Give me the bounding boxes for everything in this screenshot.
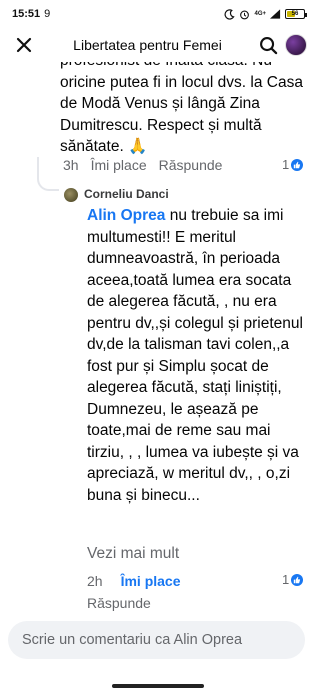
system-navigation-bar [0, 672, 315, 700]
mention-link[interactable]: Alin Oprea [87, 207, 165, 224]
reply-button[interactable]: Răspunde [159, 157, 223, 173]
status-bar: 15:51 9 4G+ 56 [0, 0, 315, 28]
previous-comment-actions: 3h Îmi place Răspunde [63, 157, 234, 173]
status-icons: 4G+ 56 [224, 8, 307, 20]
reply-author-name[interactable]: Corneliu Danci [84, 187, 169, 201]
comments-thread[interactable]: profesionist de înaltă clasă. Nu oricine… [0, 62, 315, 617]
reply-body: nu trebuie sa imi multumesti!! E meritul… [87, 207, 303, 504]
reply-reaction-count: 1 [282, 572, 290, 587]
reply-actions: 2h Îmi place [87, 573, 193, 589]
signal-icon [270, 9, 281, 19]
like-reaction-icon [291, 158, 304, 171]
comment-input[interactable]: Scrie un comentariu ca Alin Oprea [8, 621, 305, 659]
home-gesture-handle[interactable] [111, 684, 204, 688]
reply-actions-second-row: Răspunde [87, 595, 163, 611]
status-time: 15:51 [12, 8, 41, 20]
reply-like-button[interactable]: Îmi place [121, 573, 181, 589]
search-button[interactable] [255, 32, 281, 58]
reaction-count: 1 [282, 157, 290, 172]
see-more-link[interactable]: Vezi mai mult [87, 545, 179, 563]
comment-input-placeholder: Scrie un comentariu ca Alin Oprea [22, 632, 243, 648]
reply-reaction-summary[interactable]: 1 [282, 572, 304, 587]
reply-time: 2h [87, 573, 103, 589]
reply-like-reaction-icon [291, 573, 304, 586]
page-title: Libertatea pentru Femei [73, 37, 222, 53]
battery-icon: 56 [285, 9, 307, 19]
search-icon [259, 36, 277, 54]
reaction-summary[interactable]: 1 [282, 157, 304, 172]
profile-avatar[interactable] [285, 34, 307, 56]
reply-reply-button[interactable]: Răspunde [87, 595, 151, 611]
close-icon [16, 37, 32, 53]
close-button[interactable] [12, 33, 36, 57]
location-indicator: 9 [44, 8, 51, 20]
app-header: Libertatea pentru Femei [0, 28, 315, 62]
dnd-moon-icon [225, 8, 236, 20]
like-button[interactable]: Îmi place [91, 157, 147, 173]
comment-time: 3h [63, 157, 79, 173]
reply-comment-text: Alin Oprea nu trebuie sa imi multumesti!… [87, 205, 309, 506]
reply-author-avatar[interactable] [64, 188, 78, 202]
battery-percent: 56 [291, 11, 299, 17]
previous-comment-text: profesionist de înaltă clasă. Nu oricine… [60, 62, 303, 155]
alarm-icon [240, 10, 250, 19]
network-type-indicator: 4G+ [254, 11, 266, 17]
thread-connector [37, 157, 59, 191]
